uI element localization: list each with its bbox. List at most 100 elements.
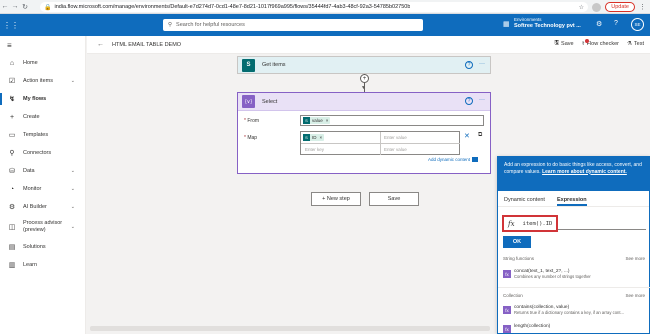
sidebar: ≡ ⌂ Home ☑ Action items ⌄ ↯ My flows + Create ▭ Te… xyxy=(0,36,86,334)
value-token[interactable]: S value × xyxy=(303,117,331,124)
profile-icon[interactable] xyxy=(592,2,602,12)
browser-back-icon[interactable]: ← xyxy=(0,3,10,10)
browser-bar: ← → ↻ 🔒 india.flow.microsoft.com/manage/… xyxy=(0,0,650,14)
sharepoint-icon: S xyxy=(303,134,310,141)
monitor-icon: ◔ xyxy=(9,185,15,193)
ai-builder-icon: ⚙ xyxy=(8,204,16,211)
expression-input[interactable]: fx item().ID xyxy=(502,215,558,232)
environment-name: Softree Technology pvt ... xyxy=(514,23,581,29)
hamburger-menu-icon[interactable]: ≡ xyxy=(0,36,85,54)
checklist-icon: ☑ xyxy=(8,78,16,85)
sidebar-item-monitor[interactable]: ◔ Monitor ⌄ xyxy=(0,180,85,198)
remove-row-icon[interactable]: ✕ xyxy=(464,132,470,140)
expression-input-extension[interactable] xyxy=(558,217,646,230)
sidebar-item-action-items[interactable]: ☑ Action items ⌄ xyxy=(0,72,85,90)
sidebar-item-my-flows[interactable]: ↯ My flows xyxy=(0,90,85,108)
help-icon[interactable]: ? xyxy=(465,97,473,105)
switch-to-text-mode-icon[interactable]: ⧉ xyxy=(478,132,482,139)
id-token[interactable]: S ID × xyxy=(303,134,325,141)
data-operation-icon: {∨} xyxy=(242,95,255,108)
database-icon: ⛁ xyxy=(9,168,15,175)
sidebar-item-home[interactable]: ⌂ Home xyxy=(0,54,85,72)
browser-forward-icon[interactable]: → xyxy=(10,3,20,10)
sidebar-item-label: Home xyxy=(23,60,38,66)
chevron-down-icon[interactable]: ⌄ xyxy=(71,186,75,192)
sidebar-item-connectors[interactable]: ⚲ Connectors xyxy=(0,144,85,162)
browser-menu-icon[interactable]: ⋮ xyxy=(639,3,646,11)
sidebar-item-templates[interactable]: ▭ Templates xyxy=(0,126,85,144)
function-item-concat[interactable]: fx concat(text_1, text_2?, ...) Combines… xyxy=(503,269,591,279)
back-arrow-icon[interactable]: ← xyxy=(97,41,104,48)
add-dynamic-content-link[interactable]: Add dynamic content xyxy=(428,157,479,162)
settings-gear-icon[interactable]: ⚙ xyxy=(596,20,602,28)
function-icon: fx xyxy=(503,306,511,314)
remove-token-icon[interactable]: × xyxy=(326,118,329,123)
bookmark-star-icon[interactable]: ☆ xyxy=(579,4,584,11)
sidebar-item-label: Action items xyxy=(23,78,53,84)
sidebar-item-solutions[interactable]: ▤ Solutions xyxy=(0,238,85,256)
select-header[interactable]: {∨} Select ? ··· xyxy=(238,93,490,111)
sidebar-item-process-advisor-preview[interactable]: ◫ Process advisor (preview) ⌄ xyxy=(0,216,85,238)
help-icon[interactable]: ? xyxy=(614,20,618,27)
plus-icon: + xyxy=(9,113,15,121)
help-icon[interactable]: ? xyxy=(465,61,473,69)
function-item-contains[interactable]: fx contains(collection, value) Returns t… xyxy=(503,305,624,315)
expression-panel: Add an expression to do basic things lik… xyxy=(497,156,650,334)
flow-checker-button[interactable]: ⚕ Flow checker xyxy=(582,38,619,47)
sharepoint-icon: S xyxy=(242,58,255,72)
sidebar-item-label: Create xyxy=(23,114,40,120)
sidebar-item-label: Monitor xyxy=(23,186,42,192)
browser-actions: Update ⋮ xyxy=(592,2,646,12)
save-button[interactable]: 🖫 Save xyxy=(554,39,573,48)
remove-token-icon[interactable]: × xyxy=(320,135,323,140)
get-items-title: Get items xyxy=(262,62,286,68)
flow-title: HTML EMAIL TABLE DEMO xyxy=(112,41,182,48)
address-bar[interactable]: 🔒 india.flow.microsoft.com/manage/enviro… xyxy=(40,2,588,12)
flow-toolbar: 🖫 Save ⚕ Flow checker ⚗ Test xyxy=(554,38,644,48)
learn-more-link[interactable]: Learn more about dynamic content. xyxy=(542,169,627,175)
expression-tabs: Dynamic content Expression xyxy=(498,191,649,207)
get-items-card[interactable]: S Get items ? ··· xyxy=(237,56,491,74)
function-icon: fx xyxy=(503,270,511,278)
function-name: length(collection) xyxy=(514,324,551,329)
new-step-button[interactable]: + New step xyxy=(311,192,361,206)
chevron-down-icon[interactable]: ⌄ xyxy=(71,224,75,231)
see-more-string-link[interactable]: See more xyxy=(625,256,645,261)
update-button[interactable]: Update xyxy=(605,2,635,12)
horizontal-scrollbar[interactable] xyxy=(90,326,490,331)
canvas-save-button[interactable]: Save xyxy=(369,192,419,206)
sidebar-item-ai-builder[interactable]: ⚙ AI Builder ⌄ xyxy=(0,198,85,216)
app-header: ⋮⋮ ⚲ Search for helpful resources ▦ Envi… xyxy=(0,14,650,36)
divider xyxy=(498,287,650,288)
chevron-down-icon[interactable]: ⌄ xyxy=(71,204,75,210)
test-button[interactable]: ⚗ Test xyxy=(627,41,644,47)
sidebar-item-learn[interactable]: ▥ Learn xyxy=(0,256,85,274)
chevron-down-icon[interactable]: ⌄ xyxy=(71,78,75,84)
value-token-label: value xyxy=(312,118,323,123)
chevron-down-icon[interactable]: ⌄ xyxy=(71,168,75,174)
map-key-2[interactable]: Enter key xyxy=(301,143,381,155)
more-options-icon[interactable]: ··· xyxy=(479,61,485,69)
function-item-length[interactable]: fx length(collection) xyxy=(503,324,550,333)
search-input[interactable]: ⚲ Search for helpful resources xyxy=(163,19,423,31)
tab-dynamic-content[interactable]: Dynamic content xyxy=(504,197,545,206)
app-launcher-icon[interactable]: ⋮⋮ xyxy=(0,21,22,30)
avatar[interactable]: SE xyxy=(631,18,644,31)
environment-picker[interactable]: Environments Softree Technology pvt ... xyxy=(514,17,581,29)
see-more-collection-link[interactable]: See more xyxy=(625,293,645,298)
sidebar-item-create[interactable]: + Create xyxy=(0,108,85,126)
fx-icon: fx xyxy=(508,219,515,228)
function-icon: fx xyxy=(503,325,511,333)
ok-button[interactable]: OK xyxy=(503,236,531,248)
string-functions-heading: String functions xyxy=(503,256,535,261)
insert-step-button[interactable]: + xyxy=(360,74,369,83)
search-icon: ⚲ xyxy=(168,22,173,28)
sidebar-item-label: Solutions xyxy=(23,244,46,250)
map-value-2[interactable]: Enter value xyxy=(380,143,460,155)
browser-reload-icon[interactable]: ↻ xyxy=(20,3,30,11)
more-options-icon[interactable]: ··· xyxy=(479,97,485,105)
sidebar-item-data[interactable]: ⛁ Data ⌄ xyxy=(0,162,85,180)
from-input[interactable]: S value × xyxy=(300,115,484,126)
tab-expression[interactable]: Expression xyxy=(556,197,587,206)
template-icon: ▭ xyxy=(8,132,16,139)
